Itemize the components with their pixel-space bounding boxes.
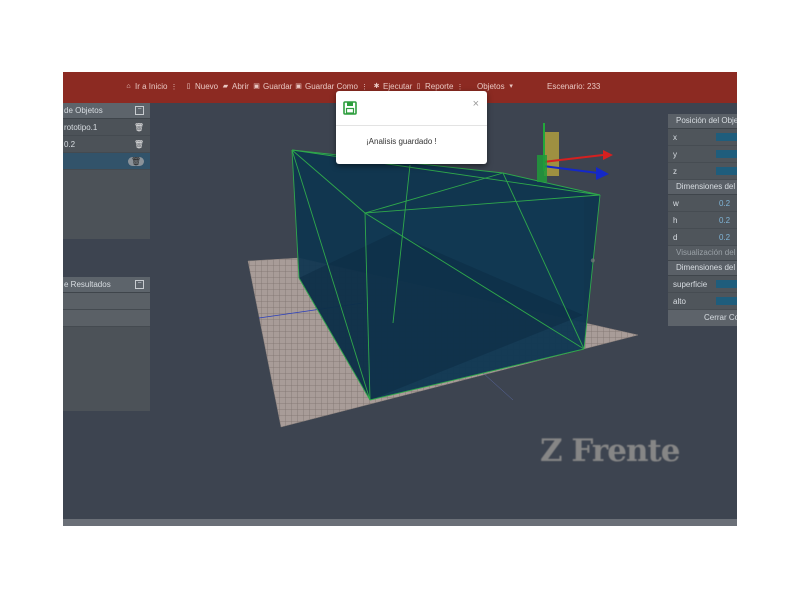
save-as-icon: ▣ bbox=[295, 82, 302, 90]
front-label: Z Frente bbox=[540, 433, 681, 469]
dimension-d-value[interactable]: 0.2 bbox=[719, 233, 730, 242]
kebab-icon: ⋮ bbox=[360, 83, 368, 91]
field-label: superficie bbox=[673, 279, 708, 289]
position-z-slider[interactable] bbox=[716, 167, 737, 175]
trash-icon[interactable]: 🗑 bbox=[134, 123, 144, 132]
visualization-panel-header[interactable]: Visualización del bbox=[668, 246, 737, 261]
position-y-row[interactable]: y bbox=[668, 146, 737, 163]
save-as-button[interactable]: ▣ Guardar Como ⋮ bbox=[295, 82, 368, 91]
modal-message: ¡Analisis guardado ! bbox=[366, 137, 437, 146]
caret-down-icon: ▾ bbox=[509, 82, 513, 90]
list-item[interactable] bbox=[63, 293, 150, 310]
close-panel-button[interactable]: Cerrar Co bbox=[668, 310, 737, 326]
home-button[interactable]: ⌂ Ir a Inicio ⋮ bbox=[125, 82, 177, 91]
home-label: Ir a Inicio bbox=[135, 82, 168, 91]
list-item-selected[interactable]: 🗑 bbox=[63, 153, 150, 170]
kebab-icon: ⋮ bbox=[456, 83, 463, 91]
report-label: Reporte bbox=[425, 82, 454, 91]
open-label: Abrir bbox=[232, 82, 249, 91]
field-label: d bbox=[673, 232, 678, 242]
trash-icon[interactable]: 🗑 bbox=[127, 156, 144, 166]
field-label: x bbox=[673, 132, 677, 142]
save-button[interactable]: ▣ Guardar bbox=[253, 82, 292, 91]
collapse-icon[interactable]: − bbox=[135, 106, 144, 115]
report-button[interactable]: ▯ Reporte ⋮ bbox=[415, 82, 464, 91]
new-button[interactable]: ▯ Nuevo bbox=[185, 82, 219, 91]
objects-panel-title: de Objetos bbox=[64, 106, 103, 115]
height-row[interactable]: alto bbox=[668, 293, 737, 310]
dimension-w-row[interactable]: w 0.2 bbox=[668, 195, 737, 212]
dimension-w-value[interactable]: 0.2 bbox=[719, 199, 730, 208]
position-z-row[interactable]: z bbox=[668, 163, 737, 180]
list-item[interactable]: 0.2 🗑 bbox=[63, 136, 150, 153]
list-item[interactable] bbox=[63, 310, 150, 327]
gear-icon: ✱ bbox=[373, 82, 380, 90]
position-y-slider[interactable] bbox=[716, 150, 737, 158]
objects-dropdown[interactable]: Objetos ▾ bbox=[477, 82, 515, 91]
objects-label: Objetos bbox=[477, 82, 505, 91]
3d-viewport[interactable]: · Z Frente bbox=[63, 103, 737, 519]
field-label: z bbox=[673, 166, 677, 176]
save-label: Guardar bbox=[263, 82, 293, 91]
dimensions-panel-header: Dimensiones del bbox=[668, 180, 737, 195]
properties-panel: Posición del Objeto x y z Dimensiones de… bbox=[668, 114, 737, 326]
field-label: h bbox=[673, 215, 678, 225]
save-as-label: Guardar Como bbox=[305, 82, 358, 91]
modal-header: × bbox=[336, 91, 487, 126]
dimension-h-value[interactable]: 0.2 bbox=[719, 216, 730, 225]
field-label: y bbox=[673, 149, 677, 159]
execute-label: Ejecutar bbox=[383, 82, 413, 91]
kebab-icon: ⋮ bbox=[170, 83, 177, 91]
file-icon: ▯ bbox=[186, 82, 191, 90]
position-x-row[interactable]: x bbox=[668, 129, 737, 146]
list-item[interactable]: rototipo.1 🗑 bbox=[63, 119, 150, 136]
home-icon: ⌂ bbox=[126, 82, 131, 90]
folder-icon: ▰ bbox=[222, 82, 229, 90]
objects-panel: de Objetos − rototipo.1 🗑 0.2 🗑 🗑 bbox=[63, 103, 150, 239]
modal-close-button[interactable]: × bbox=[473, 98, 479, 110]
transform-gizmo bbox=[537, 123, 613, 182]
dimensions2-panel-header: Dimensiones del bbox=[668, 261, 737, 276]
save-confirmation-modal: × ¡Analisis guardado ! bbox=[336, 91, 487, 164]
results-panel-header: e Resultados − bbox=[63, 277, 150, 293]
trash-icon[interactable]: 🗑 bbox=[134, 140, 144, 149]
scenario-text: Escenario: 233 bbox=[547, 82, 601, 91]
new-label: Nuevo bbox=[195, 82, 219, 91]
height-slider[interactable] bbox=[716, 297, 737, 305]
results-panel-title: e Resultados bbox=[64, 280, 111, 289]
field-label: w bbox=[673, 198, 679, 208]
dimension-h-row[interactable]: h 0.2 bbox=[668, 212, 737, 229]
object-label: 0.2 bbox=[64, 139, 76, 149]
execute-button[interactable]: ✱ Ejecutar bbox=[373, 82, 413, 91]
report-icon: ▯ bbox=[416, 82, 421, 90]
surface-row[interactable]: superficie bbox=[668, 276, 737, 293]
field-label: alto bbox=[673, 296, 686, 306]
dimension-d-row[interactable]: d 0.2 bbox=[668, 229, 737, 246]
scenario-label: Escenario: 233 bbox=[547, 82, 600, 91]
results-panel: e Resultados − bbox=[63, 277, 150, 411]
position-panel-header: Posición del Objeto bbox=[668, 114, 737, 129]
svg-text:·: · bbox=[589, 248, 597, 274]
position-x-slider[interactable] bbox=[716, 133, 737, 141]
surface-slider[interactable] bbox=[716, 280, 737, 288]
floppy-disk-icon bbox=[343, 101, 357, 115]
save-icon: ▣ bbox=[253, 82, 260, 90]
bottom-bar bbox=[63, 519, 737, 526]
collapse-icon[interactable]: − bbox=[135, 280, 144, 289]
object-label: rototipo.1 bbox=[64, 122, 98, 132]
open-button[interactable]: ▰ Abrir bbox=[222, 82, 249, 91]
objects-panel-header: de Objetos − bbox=[63, 103, 150, 119]
